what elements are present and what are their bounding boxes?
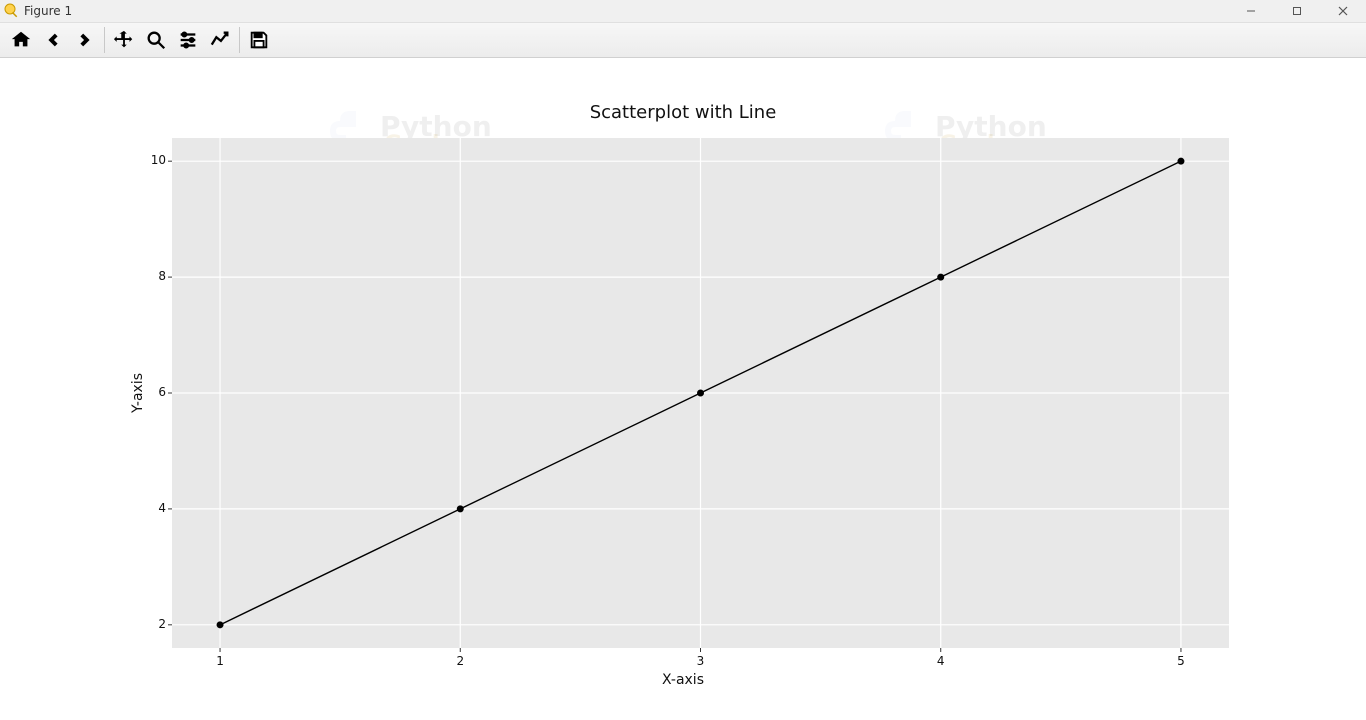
x-axis-label: X-axis bbox=[0, 672, 1366, 688]
chart-plot bbox=[0, 58, 1366, 720]
x-tick-label: 3 bbox=[691, 654, 711, 668]
y-tick-label: 2 bbox=[142, 617, 166, 631]
edit-axis-icon[interactable] bbox=[205, 25, 235, 55]
window-title: Figure 1 bbox=[24, 4, 72, 18]
x-tick-label: 1 bbox=[210, 654, 230, 668]
close-button[interactable] bbox=[1320, 0, 1366, 22]
x-tick-label: 4 bbox=[931, 654, 951, 668]
pan-icon[interactable] bbox=[109, 25, 139, 55]
minimize-button[interactable] bbox=[1228, 0, 1274, 22]
mpl-toolbar bbox=[0, 23, 1366, 58]
y-tick-label: 8 bbox=[142, 269, 166, 283]
zoom-icon[interactable] bbox=[141, 25, 171, 55]
forward-icon[interactable] bbox=[70, 25, 100, 55]
maximize-button[interactable] bbox=[1274, 0, 1320, 22]
app-icon bbox=[4, 3, 20, 19]
y-tick-label: 10 bbox=[142, 153, 166, 167]
x-tick-label: 2 bbox=[450, 654, 470, 668]
home-icon[interactable] bbox=[6, 25, 36, 55]
window-controls bbox=[1228, 0, 1366, 22]
toolbar-separator bbox=[104, 27, 105, 53]
y-axis-label: Y-axis bbox=[130, 373, 146, 413]
save-icon[interactable] bbox=[244, 25, 274, 55]
back-icon[interactable] bbox=[38, 25, 68, 55]
x-tick-label: 5 bbox=[1171, 654, 1191, 668]
toolbar-separator bbox=[239, 27, 240, 53]
configure-subplots-icon[interactable] bbox=[173, 25, 203, 55]
figure-canvas[interactable]: Python Geeks Python Geeks Python Geeks S… bbox=[0, 58, 1366, 720]
y-tick-label: 4 bbox=[142, 501, 166, 515]
window-titlebar: Figure 1 bbox=[0, 0, 1366, 23]
